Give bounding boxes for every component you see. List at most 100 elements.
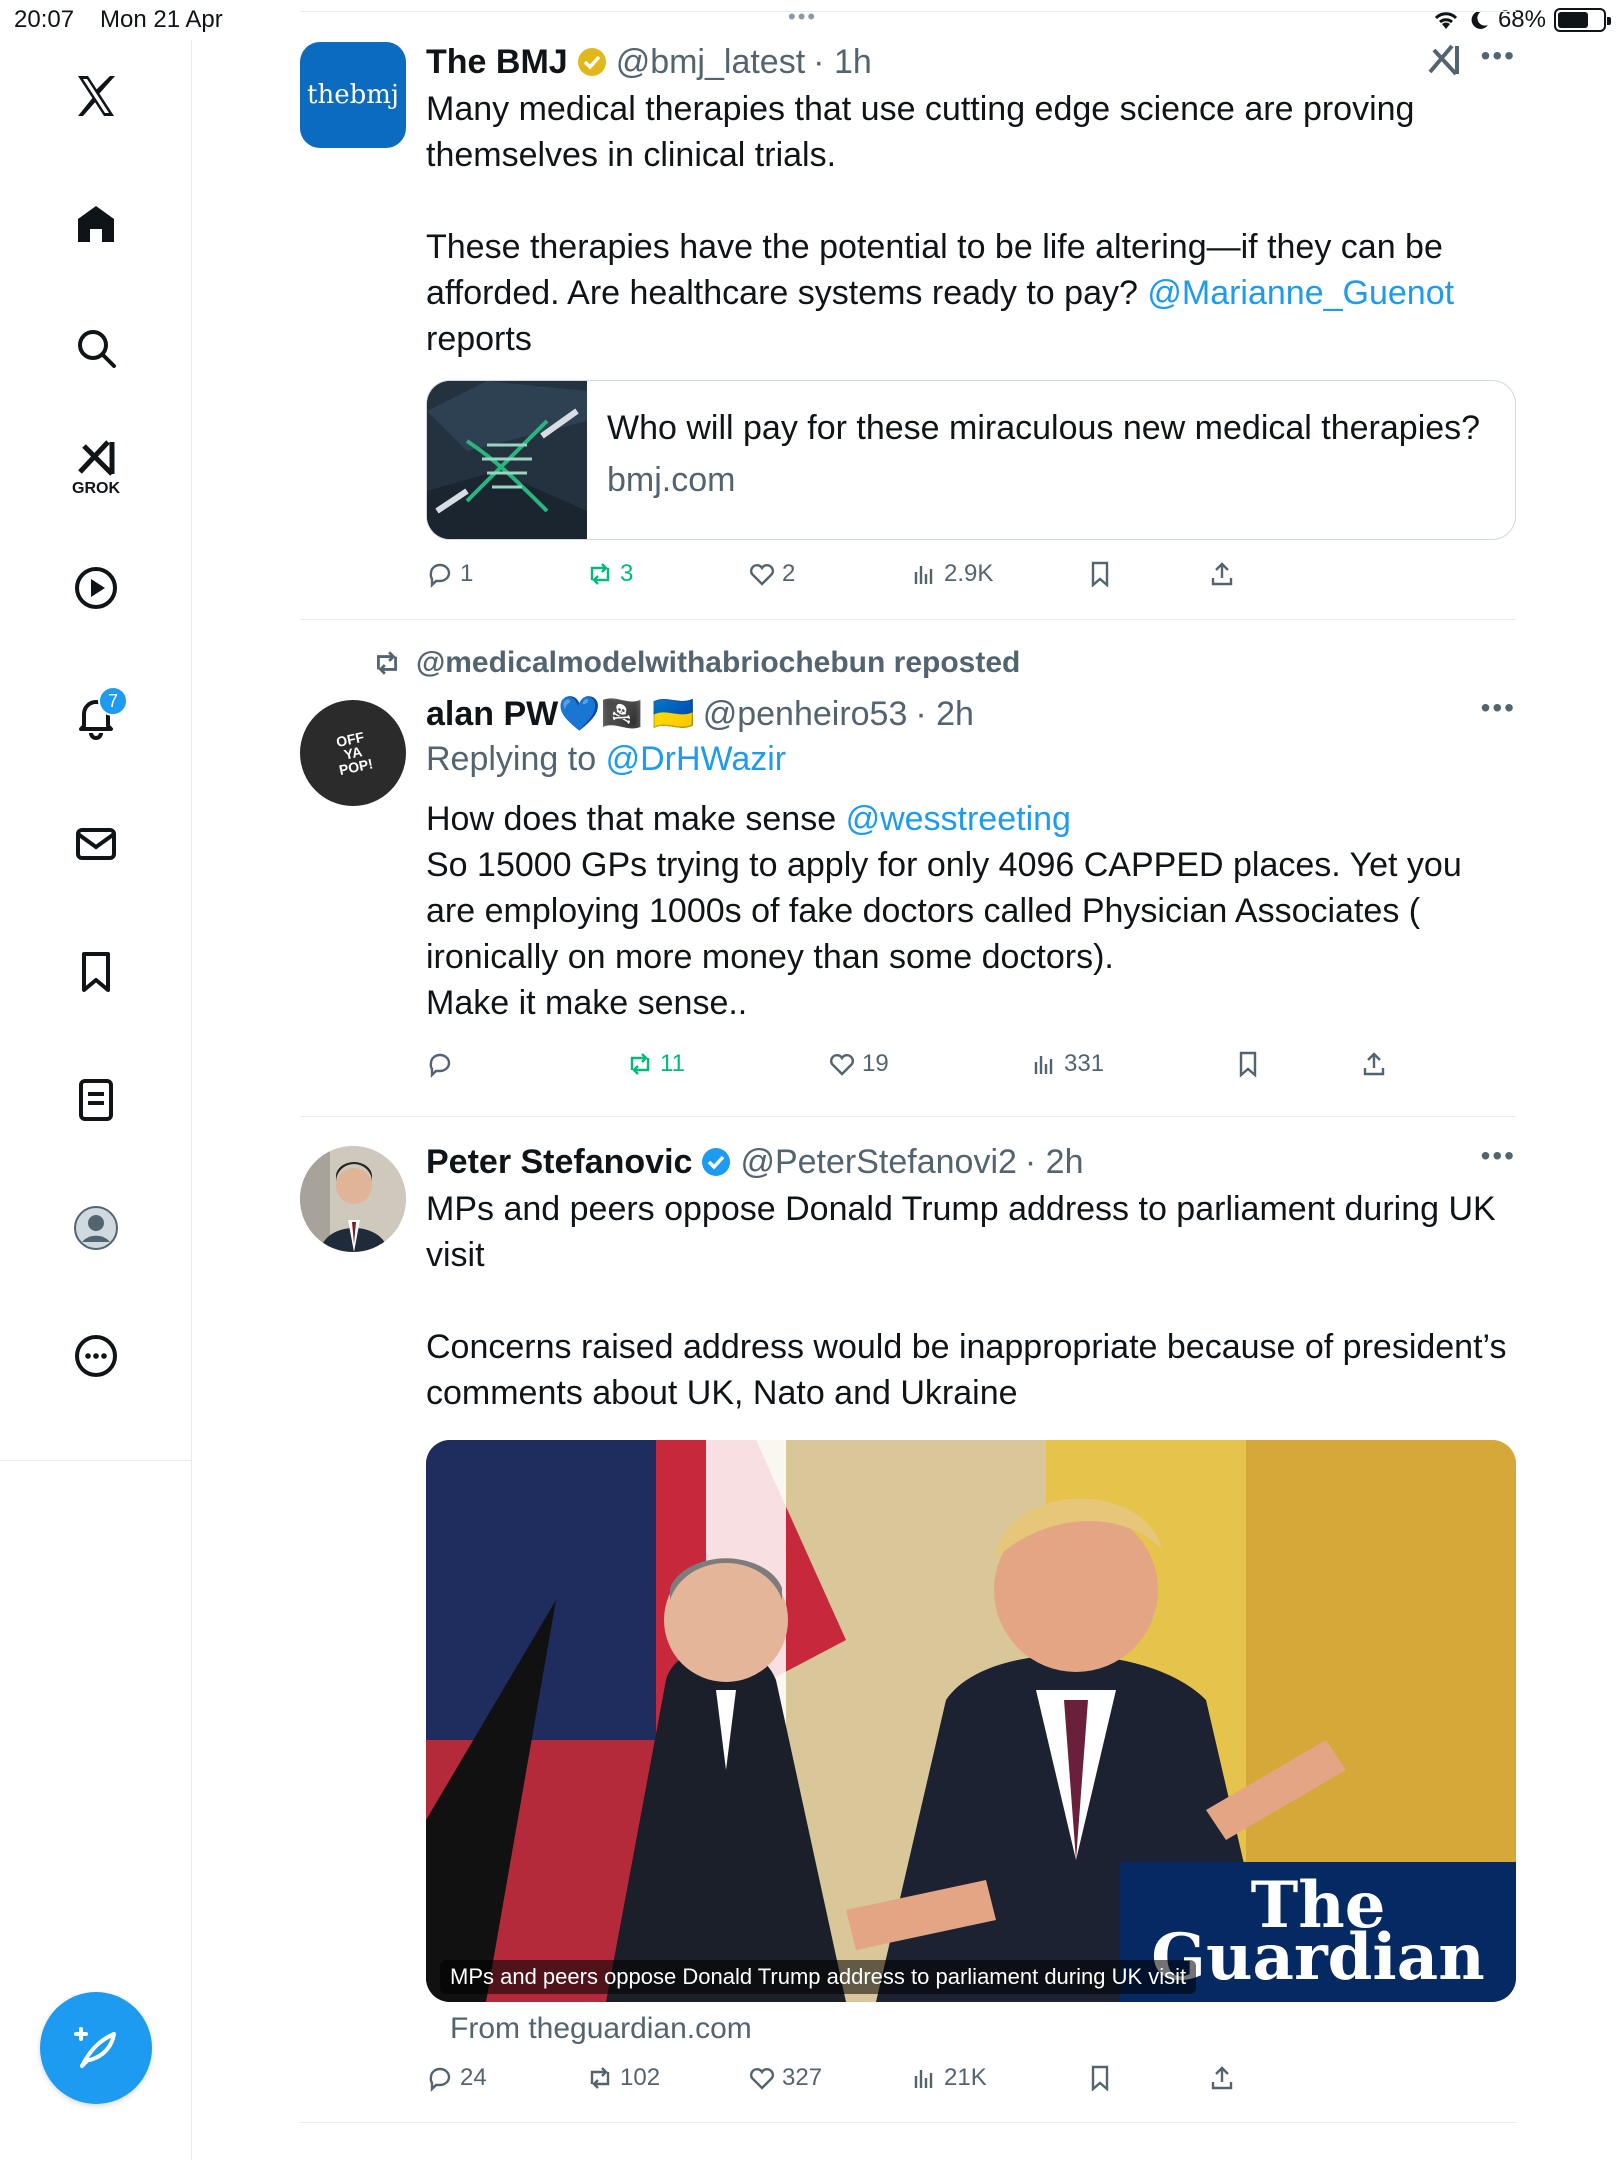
sidebar-item-profile[interactable] bbox=[60, 1192, 132, 1264]
author-name[interactable]: Peter Stefanovic bbox=[426, 1140, 692, 1184]
avatar[interactable] bbox=[300, 1146, 406, 1252]
repost-button[interactable]: 11 bbox=[626, 1050, 685, 1078]
repost-button[interactable]: 102 bbox=[586, 2064, 660, 2092]
reply-icon bbox=[429, 2067, 451, 2092]
views-chart-icon bbox=[1034, 1056, 1053, 1074]
views-chart-icon bbox=[914, 2070, 933, 2088]
like-button[interactable]: 327 bbox=[748, 2064, 822, 2092]
repost-by-text[interactable]: @medicalmodelwithabriochebun reposted bbox=[416, 646, 1020, 680]
tweet-divider bbox=[300, 1116, 1516, 1117]
reply-button[interactable]: 1 bbox=[426, 560, 473, 588]
link-card[interactable]: Who will pay for these miraculous new me… bbox=[426, 380, 1516, 540]
compose-button[interactable] bbox=[40, 1992, 152, 2104]
grok-explain-icon[interactable] bbox=[1424, 40, 1464, 80]
author-handle[interactable]: @penheiro53 bbox=[703, 692, 908, 736]
card-domain: bmj.com bbox=[607, 461, 736, 499]
x-logo-icon bbox=[78, 76, 115, 116]
like-button[interactable]: 2 bbox=[748, 560, 795, 588]
sidebar-item-video[interactable] bbox=[60, 552, 132, 624]
repost-button[interactable]: 3 bbox=[586, 560, 633, 588]
avatar-text: OFF YA POP! bbox=[334, 728, 375, 779]
notification-badge: 7 bbox=[98, 686, 128, 716]
profile-icon bbox=[74, 1206, 118, 1250]
bookmark-button[interactable] bbox=[1086, 2064, 1114, 2092]
status-bar: 20:07 Mon 21 Apr ••• 68% bbox=[0, 0, 1620, 40]
repost-count: 3 bbox=[620, 560, 634, 587]
sidebar-item-search[interactable] bbox=[60, 312, 132, 384]
post-time: · 1h bbox=[813, 43, 872, 81]
like-count: 19 bbox=[862, 1050, 889, 1077]
views-chart-icon bbox=[914, 566, 933, 584]
tweet-divider bbox=[300, 619, 1516, 620]
replying-to: Replying to @DrHWazir bbox=[426, 736, 1516, 782]
reply-button[interactable]: 24 bbox=[426, 2064, 487, 2092]
tweet-media-image[interactable]: The Guardian MPs and peers oppose Donald… bbox=[426, 1440, 1516, 2002]
sidebar-item-notifications[interactable]: 7 bbox=[60, 680, 132, 752]
mention-link[interactable]: @Marianne_Guenot bbox=[1147, 274, 1454, 312]
views-button[interactable]: 331 bbox=[1030, 1050, 1104, 1078]
home-icon bbox=[78, 206, 114, 242]
tweet-actions: 1 3 2 2.9K bbox=[426, 560, 1516, 600]
verified-blue-icon bbox=[702, 1148, 731, 1176]
post-time: · 2h bbox=[1024, 1143, 1084, 1181]
views-button[interactable]: 21K bbox=[910, 2064, 987, 2092]
author-name[interactable]: alan PW💙🏴‍☠️ 🇺🇦 bbox=[426, 692, 695, 736]
source-domain[interactable]: From theguardian.com bbox=[450, 2012, 752, 2046]
view-count: 2.9K bbox=[944, 560, 994, 587]
repost-icon bbox=[630, 1053, 650, 1075]
tweet-line: Make it make sense.. bbox=[426, 984, 748, 1022]
bookmark-button[interactable] bbox=[1234, 1050, 1262, 1078]
view-count: 21K bbox=[944, 2064, 987, 2091]
sidebar-item-grok[interactable]: GROK bbox=[60, 432, 132, 504]
author-handle[interactable]: @PeterStefanovi2 bbox=[740, 1140, 1016, 1184]
more-options-icon[interactable]: ••• bbox=[1481, 40, 1516, 72]
tweet-alan[interactable]: @medicalmodelwithabriochebun reposted OF… bbox=[300, 646, 1516, 1116]
tweet-paragraph: Many medical therapies that use cutting … bbox=[426, 90, 1415, 174]
verified-gold-icon bbox=[577, 48, 606, 76]
tweet-line: So 15000 GPs trying to apply for only 40… bbox=[426, 846, 1462, 976]
heart-icon bbox=[749, 2067, 775, 2090]
author-handle[interactable]: @bmj_latest bbox=[616, 40, 805, 84]
tweet-header: Peter Stefanovic @PeterStefanovi2 · 2h bbox=[426, 1140, 1516, 1184]
more-options-icon[interactable]: ••• bbox=[1481, 692, 1516, 724]
tweet-header: alan PW💙🏴‍☠️ 🇺🇦 @penheiro53 · 2h bbox=[426, 692, 1516, 736]
share-button[interactable] bbox=[1208, 2064, 1236, 2092]
mention-link[interactable]: @wesstreeting bbox=[846, 800, 1071, 838]
heart-icon bbox=[829, 1053, 855, 1076]
sidebar-item-home[interactable] bbox=[60, 188, 132, 260]
author-name[interactable]: The BMJ bbox=[426, 40, 568, 84]
bookmark-icon bbox=[1091, 561, 1109, 588]
replying-label: Replying to bbox=[426, 740, 597, 778]
sidebar-item-x-logo[interactable] bbox=[60, 60, 132, 132]
share-icon bbox=[1211, 2066, 1233, 2090]
tweet-peter[interactable]: Peter Stefanovic @PeterStefanovi2 · 2h •… bbox=[300, 1140, 1516, 2130]
tweet-paragraph: MPs and peers oppose Donald Trump addres… bbox=[426, 1190, 1496, 1274]
avatar[interactable]: thebmj bbox=[300, 42, 406, 148]
card-title: Who will pay for these miraculous new me… bbox=[607, 409, 1481, 447]
media-caption: MPs and peers oppose Donald Trump addres… bbox=[440, 1960, 1197, 1994]
tweet-bmj[interactable]: thebmj The BMJ @bmj_latest · 1h ••• Many… bbox=[300, 40, 1516, 620]
tweet-paragraph: Concerns raised address would be inappro… bbox=[426, 1328, 1507, 1412]
share-button[interactable] bbox=[1360, 1050, 1388, 1078]
tweet-text-span: reports bbox=[426, 320, 532, 358]
like-button[interactable]: 19 bbox=[828, 1050, 889, 1078]
tweet-header: The BMJ @bmj_latest · 1h bbox=[426, 40, 1516, 84]
more-options-icon[interactable]: ••• bbox=[1481, 1140, 1516, 1172]
sidebar-item-bookmarks[interactable] bbox=[60, 936, 132, 1008]
heart-icon bbox=[749, 563, 775, 586]
replying-to-link[interactable]: @DrHWazir bbox=[606, 740, 787, 778]
multitask-dots-icon[interactable]: ••• bbox=[788, 4, 817, 30]
views-button[interactable]: 2.9K bbox=[910, 560, 993, 588]
repost-count: 11 bbox=[660, 1050, 685, 1077]
sidebar-item-messages[interactable] bbox=[60, 808, 132, 880]
reply-button[interactable] bbox=[426, 1050, 460, 1078]
repost-icon bbox=[590, 2067, 610, 2089]
sidebar-item-more[interactable] bbox=[60, 1320, 132, 1392]
sidebar-item-lists[interactable] bbox=[60, 1064, 132, 1136]
avatar[interactable]: OFF YA POP! bbox=[300, 700, 406, 806]
sidebar-divider bbox=[0, 1460, 192, 1461]
share-button[interactable] bbox=[1208, 560, 1236, 588]
bookmark-icon bbox=[82, 952, 110, 992]
lists-icon bbox=[79, 1079, 113, 1121]
bookmark-button[interactable] bbox=[1086, 560, 1114, 588]
